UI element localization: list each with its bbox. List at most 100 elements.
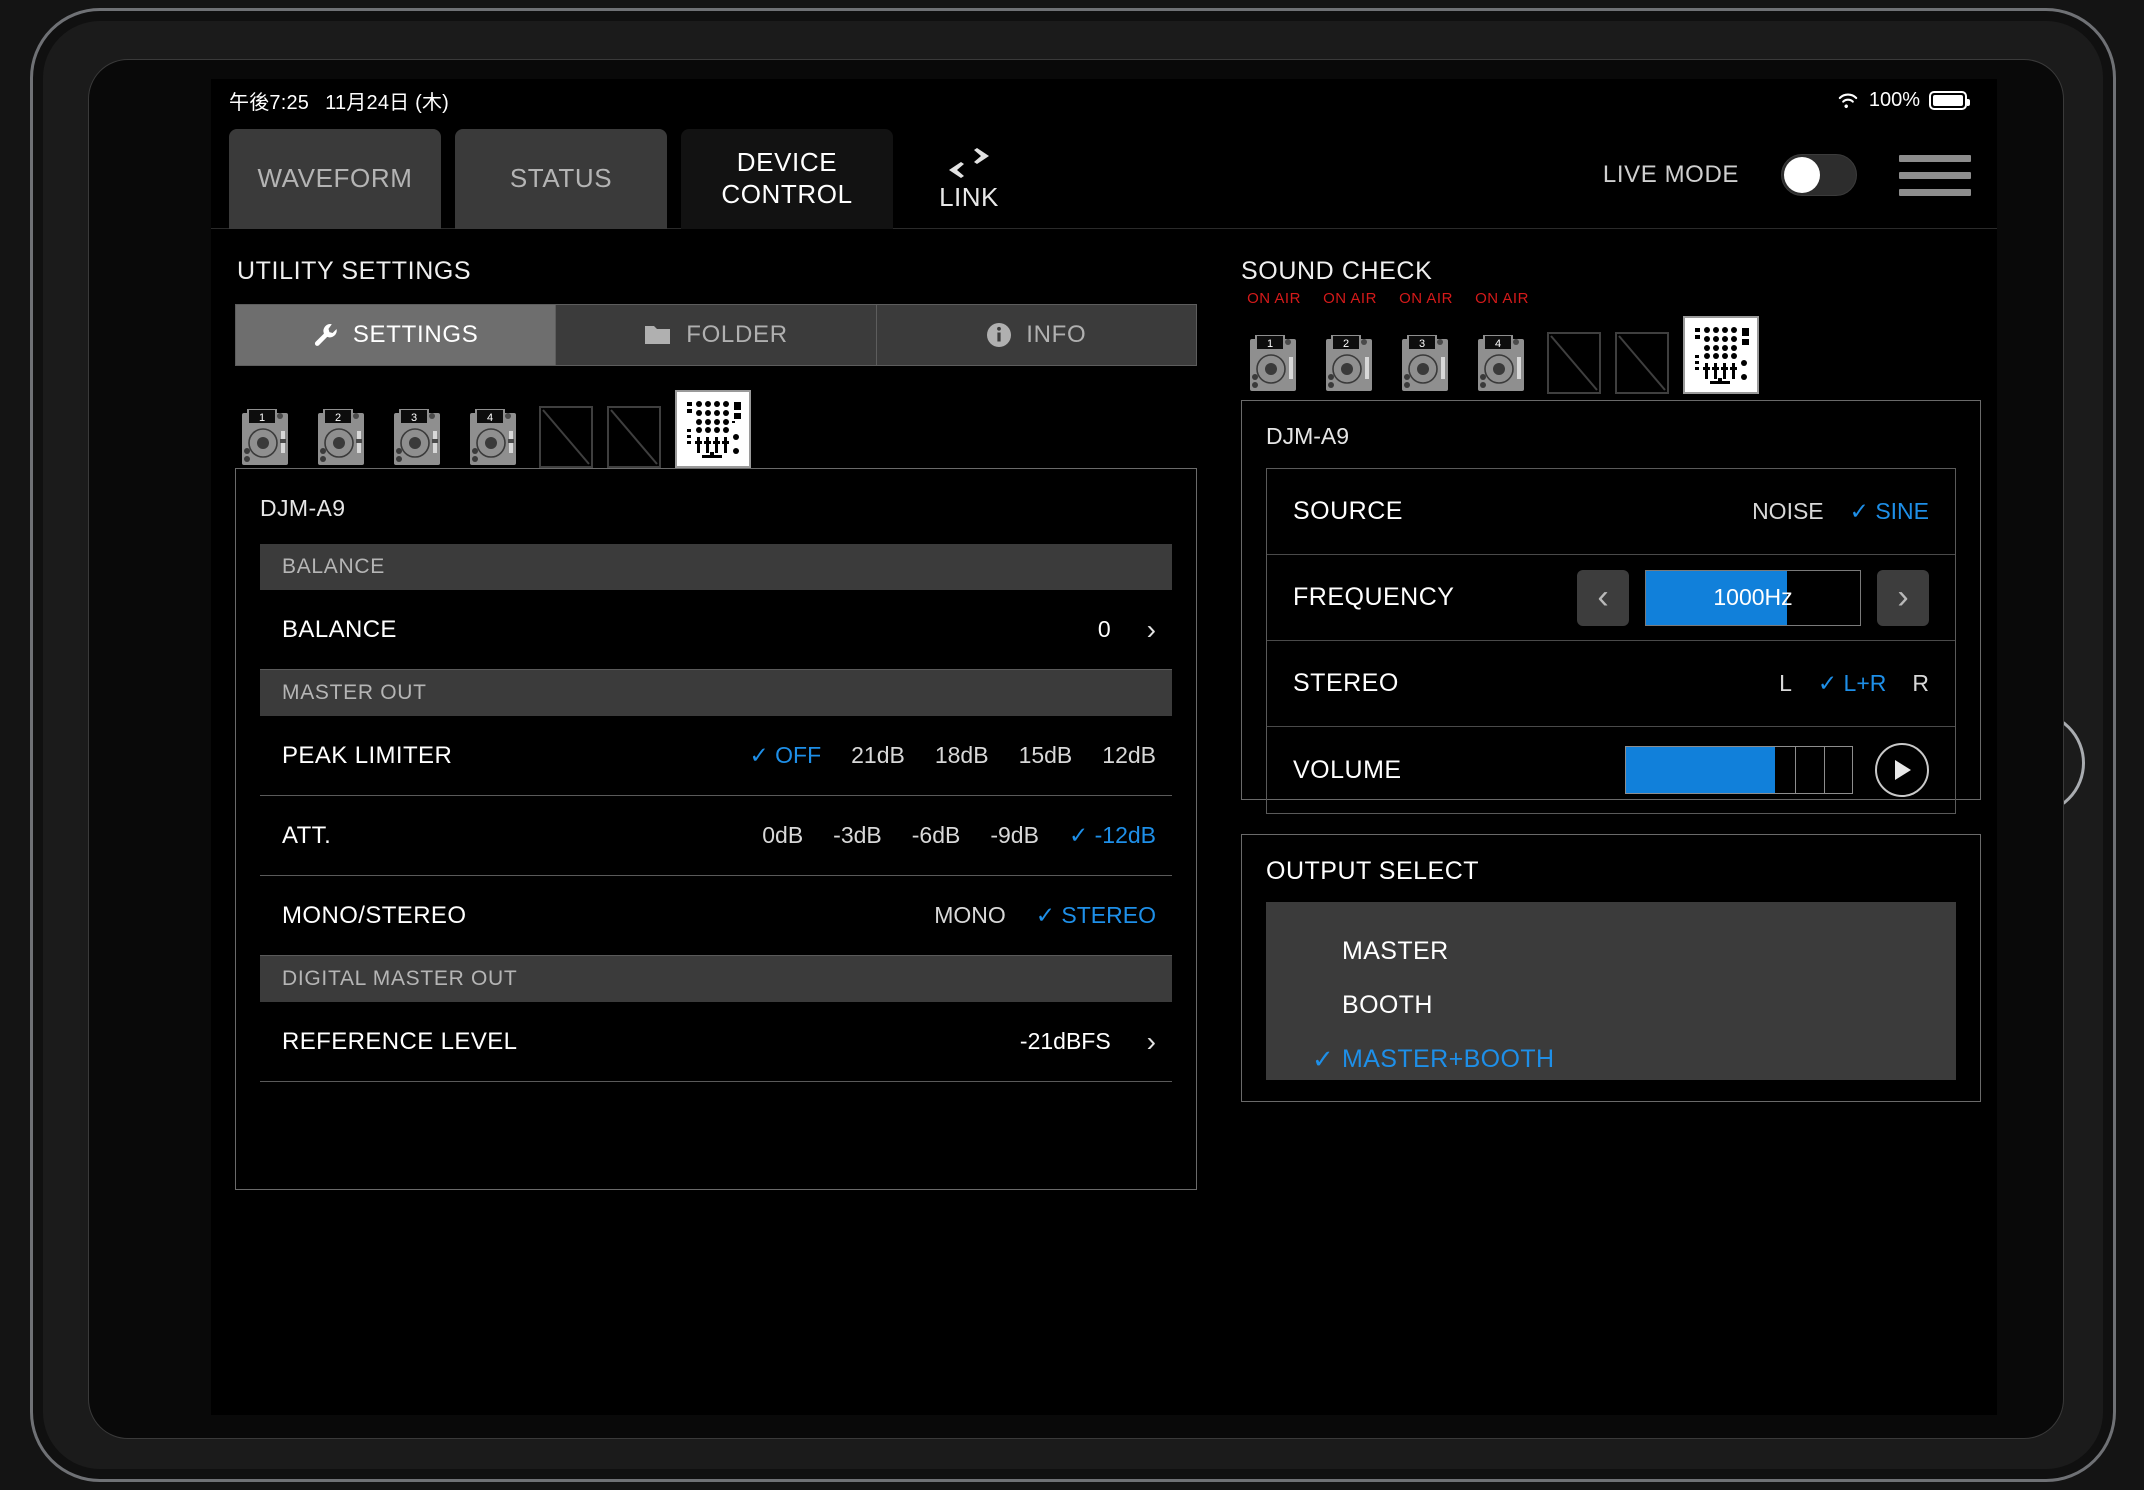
opt-att-0db[interactable]: 0dB bbox=[762, 822, 803, 849]
frequency-value: 1000Hz bbox=[1713, 584, 1792, 611]
row-peak-limiter-label: PEAK LIMITER bbox=[282, 742, 452, 770]
opt-att-minus3db[interactable]: -3dB bbox=[833, 822, 882, 849]
opt-source-noise[interactable]: NOISE bbox=[1752, 498, 1824, 525]
sc-device-thumb-mixer[interactable] bbox=[1683, 316, 1759, 394]
segment-folder[interactable]: FOLDER bbox=[556, 305, 876, 365]
row-mono-stereo[interactable]: MONO/STEREO MONO STEREO bbox=[260, 876, 1172, 956]
play-icon[interactable] bbox=[1875, 743, 1929, 797]
device-thumbnail-row-right: 1 2 bbox=[1243, 316, 1971, 394]
row-stereo[interactable]: STEREO L L+R R bbox=[1267, 641, 1955, 727]
sc-device-thumb-cdj-1[interactable]: 1 bbox=[1243, 332, 1305, 394]
settings-list[interactable]: BALANCE BALANCE 0 › MASTER OUT PEAK LIMI… bbox=[260, 544, 1172, 1110]
on-air-label-row: ON AIR ON AIR ON AIR ON AIR bbox=[1243, 290, 1971, 312]
segment-info[interactable]: INFO bbox=[877, 305, 1196, 365]
opt-stereo[interactable]: STEREO bbox=[1036, 902, 1156, 929]
row-frequency[interactable]: FREQUENCY ‹ 1000Hz › bbox=[1267, 555, 1955, 641]
on-air-label-1: ON AIR bbox=[1243, 290, 1305, 312]
app-header: WAVEFORM STATUS DEVICE CONTROL bbox=[211, 121, 1997, 229]
sc-device-thumb-cdj-3[interactable]: 3 bbox=[1395, 332, 1457, 394]
hamburger-menu-icon[interactable] bbox=[1899, 155, 1971, 196]
svg-text:2: 2 bbox=[335, 412, 341, 424]
row-sampling-rate[interactable]: SAMPLING RATE 44.1kHz 48kHz 88.2kHz 96kH… bbox=[260, 1082, 1172, 1110]
output-option-master-booth[interactable]: MASTER+BOOTH bbox=[1266, 1032, 1956, 1086]
opt-sr-48000[interactable]: 48kHz bbox=[856, 1109, 921, 1111]
wifi-icon bbox=[1836, 91, 1860, 109]
opt-att-minus9db[interactable]: -9dB bbox=[990, 822, 1039, 849]
ipad-device-frame: 午後7:25 11月24日 (木) 100% WAVEFORM STAT bbox=[30, 8, 2116, 1482]
device-thumb-cdj-3[interactable]: 3 bbox=[387, 406, 449, 468]
row-balance-label: BALANCE bbox=[282, 616, 397, 644]
segment-info-label: INFO bbox=[1026, 321, 1086, 349]
opt-stereo-l[interactable]: L bbox=[1779, 670, 1792, 697]
row-att-label: ATT. bbox=[282, 822, 331, 850]
sound-check-card: DJM-A9 SOURCE NOISE SINE FREQUENCY bbox=[1241, 400, 1981, 800]
sound-check-title: SOUND CHECK bbox=[1241, 257, 1971, 286]
device-thumb-cdj-2[interactable]: 2 bbox=[311, 406, 373, 468]
chevron-left-icon[interactable]: ‹ bbox=[1577, 570, 1629, 626]
row-reference-level-label: REFERENCE LEVEL bbox=[282, 1028, 517, 1056]
row-source[interactable]: SOURCE NOISE SINE bbox=[1267, 469, 1955, 555]
row-att[interactable]: ATT. 0dB -3dB -6dB -9dB -12dB bbox=[260, 796, 1172, 876]
device-thumb-mixer[interactable] bbox=[675, 390, 751, 468]
sound-check-settings: SOURCE NOISE SINE FREQUENCY ‹ bbox=[1266, 468, 1956, 814]
tab-link-label: LINK bbox=[939, 182, 999, 213]
wrench-icon bbox=[313, 322, 339, 348]
row-reference-level[interactable]: REFERENCE LEVEL -21dBFS › bbox=[260, 1002, 1172, 1082]
utility-settings-column: UTILITY SETTINGS SETTINGS bbox=[229, 229, 1209, 1190]
status-time: 午後7:25 bbox=[229, 86, 309, 115]
row-reference-level-value: -21dBFS bbox=[1020, 1028, 1111, 1055]
battery-full-icon bbox=[1929, 91, 1967, 110]
sc-device-thumb-empty-5[interactable] bbox=[1547, 332, 1601, 394]
row-balance[interactable]: BALANCE 0 › bbox=[260, 590, 1172, 670]
chevron-right-icon[interactable]: › bbox=[1147, 1028, 1156, 1056]
row-balance-value: 0 bbox=[1098, 616, 1111, 643]
tab-device-control-line1: DEVICE bbox=[721, 147, 852, 179]
opt-mono[interactable]: MONO bbox=[934, 902, 1006, 929]
opt-peak-limiter-15db[interactable]: 15dB bbox=[1019, 742, 1073, 769]
live-mode-toggle[interactable] bbox=[1781, 154, 1857, 196]
output-select-title: OUTPUT SELECT bbox=[1266, 857, 1980, 886]
device-thumb-cdj-4[interactable]: 4 bbox=[463, 406, 525, 468]
device-thumb-cdj-1[interactable]: 1 bbox=[235, 406, 297, 468]
sc-device-thumb-cdj-4[interactable]: 4 bbox=[1471, 332, 1533, 394]
opt-stereo-lr[interactable]: L+R bbox=[1818, 670, 1887, 697]
volume-slider[interactable] bbox=[1625, 746, 1853, 794]
opt-peak-limiter-21db[interactable]: 21dB bbox=[851, 742, 905, 769]
live-mode-toggle-knob bbox=[1784, 157, 1820, 193]
opt-peak-limiter-off[interactable]: OFF bbox=[749, 742, 821, 769]
device-thumb-empty-5[interactable] bbox=[539, 406, 593, 468]
output-option-booth[interactable]: BOOTH bbox=[1266, 978, 1956, 1032]
opt-sr-96000[interactable]: 96kHz bbox=[1065, 1109, 1156, 1111]
main-tab-bar: WAVEFORM STATUS DEVICE CONTROL bbox=[229, 121, 1029, 229]
opt-att-minus12db[interactable]: -12dB bbox=[1069, 822, 1156, 849]
sc-device-thumb-empty-6[interactable] bbox=[1615, 332, 1669, 394]
opt-att-minus6db[interactable]: -6dB bbox=[912, 822, 961, 849]
chevron-right-icon[interactable]: › bbox=[1877, 570, 1929, 626]
tab-link[interactable]: LINK bbox=[909, 129, 1029, 229]
opt-source-sine[interactable]: SINE bbox=[1850, 498, 1929, 525]
svg-text:3: 3 bbox=[1419, 338, 1425, 350]
output-select-list: MASTER BOOTH MASTER+BOOTH bbox=[1266, 902, 1956, 1080]
tab-status[interactable]: STATUS bbox=[455, 129, 667, 229]
svg-text:4: 4 bbox=[1495, 338, 1501, 350]
opt-peak-limiter-12db[interactable]: 12dB bbox=[1102, 742, 1156, 769]
status-bar: 午後7:25 11月24日 (木) 100% bbox=[211, 79, 1997, 121]
sc-device-thumb-cdj-2[interactable]: 2 bbox=[1319, 332, 1381, 394]
row-stereo-label: STEREO bbox=[1293, 669, 1399, 698]
device-thumb-empty-6[interactable] bbox=[607, 406, 661, 468]
on-air-label-2: ON AIR bbox=[1319, 290, 1381, 312]
output-option-master[interactable]: MASTER bbox=[1266, 924, 1956, 978]
chevron-right-icon[interactable]: › bbox=[1147, 616, 1156, 644]
battery-percent-label: 100% bbox=[1869, 89, 1920, 112]
opt-stereo-r[interactable]: R bbox=[1912, 670, 1929, 697]
opt-sr-88200[interactable]: 88.2kHz bbox=[951, 1109, 1035, 1111]
opt-peak-limiter-18db[interactable]: 18dB bbox=[935, 742, 989, 769]
frequency-slider[interactable]: 1000Hz bbox=[1645, 570, 1861, 626]
segment-settings[interactable]: SETTINGS bbox=[236, 305, 556, 365]
tab-waveform[interactable]: WAVEFORM bbox=[229, 129, 441, 229]
opt-sr-44100[interactable]: 44.1kHz bbox=[741, 1109, 825, 1111]
tab-device-control[interactable]: DEVICE CONTROL bbox=[681, 129, 893, 229]
output-select-card: OUTPUT SELECT MASTER BOOTH MASTER+BOOTH bbox=[1241, 834, 1981, 1102]
row-peak-limiter[interactable]: PEAK LIMITER OFF 21dB 18dB 15dB 12dB bbox=[260, 716, 1172, 796]
row-volume[interactable]: VOLUME bbox=[1267, 727, 1955, 813]
